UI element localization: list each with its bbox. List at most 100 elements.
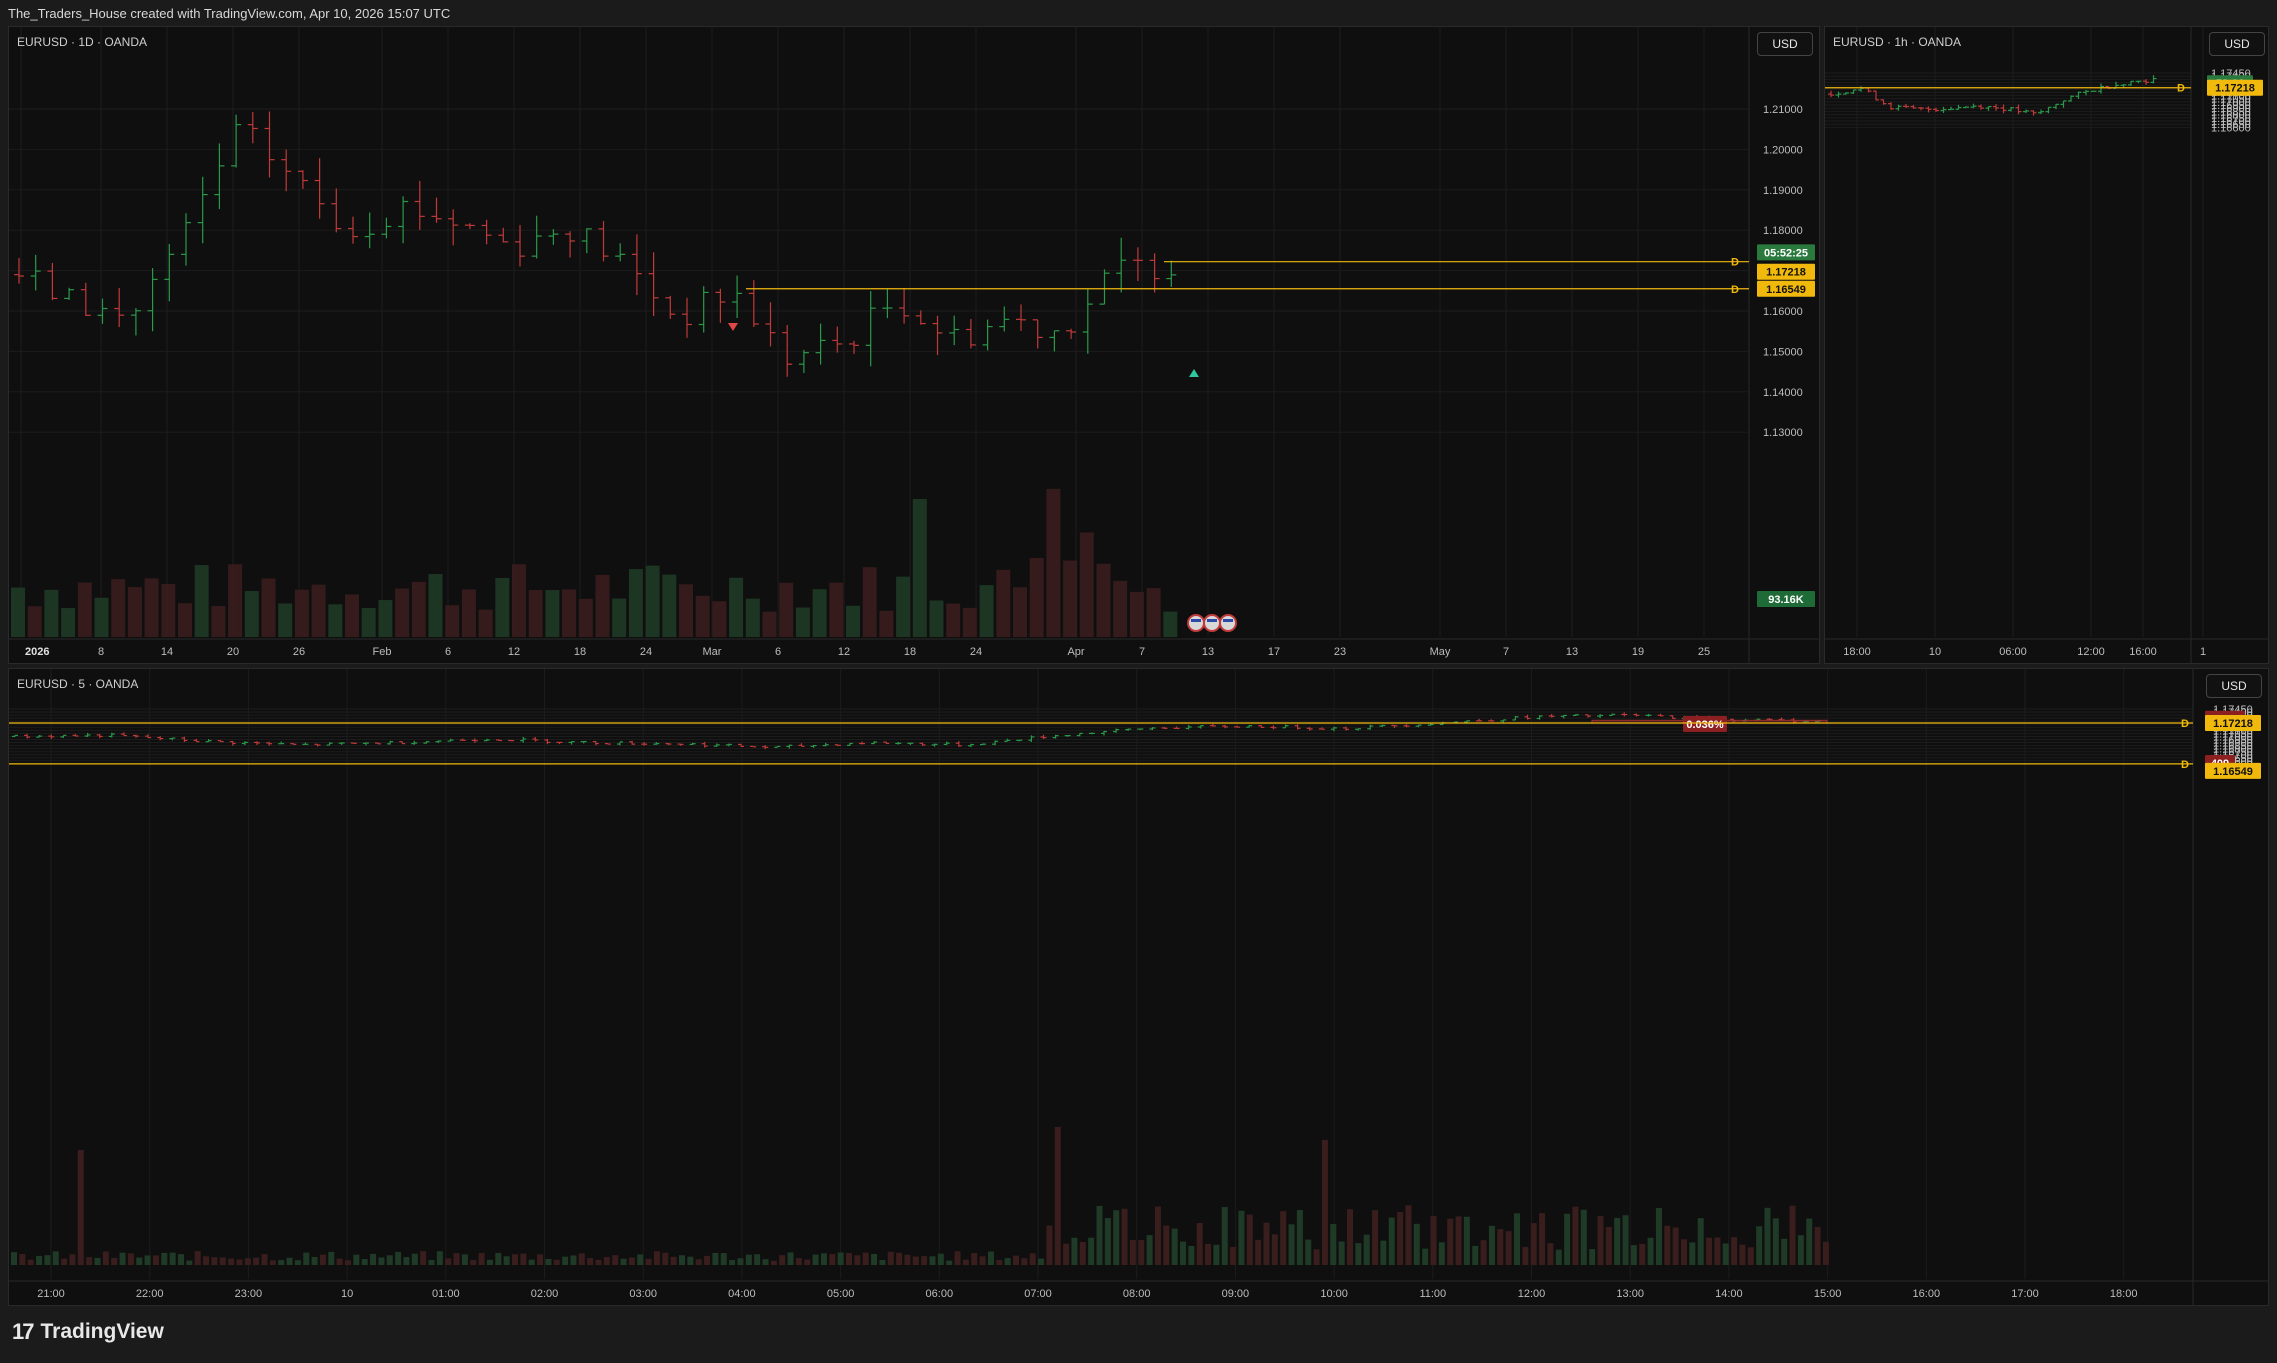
time-tick: 19 [1632, 646, 1644, 658]
volume-bar [645, 1258, 652, 1265]
volume-bar [587, 1258, 594, 1265]
time-tick: 18 [904, 646, 916, 658]
level-marker: D [1731, 257, 1739, 269]
hourly-currency-button[interactable]: USD [2209, 32, 2265, 56]
volume-bar [411, 1253, 418, 1265]
volume-bar [294, 1260, 301, 1265]
time-tick: 17:00 [2011, 1288, 2039, 1300]
price-tick: 1.20000 [1763, 144, 1803, 156]
volume-bar [1472, 1245, 1479, 1265]
volume-bar [378, 1257, 385, 1265]
hourly-chart-pane[interactable]: 1.174501.174001.173501.173001.172501.172… [1824, 26, 2269, 664]
volume-bar [1263, 1222, 1270, 1265]
volume-bar [687, 1256, 694, 1265]
volume-bar [403, 1257, 410, 1265]
volume-bar [1822, 1241, 1829, 1265]
daily-currency-button[interactable]: USD [1757, 32, 1813, 56]
five-minute-chart-pane[interactable]: 1.174501.174001.173501.173001.172501.172… [8, 668, 2269, 1306]
volume-bar [445, 605, 460, 637]
time-tick: 18:00 [2110, 1288, 2138, 1300]
volume-bar [294, 589, 309, 637]
volume-bar [1505, 1231, 1512, 1265]
volume-bar [186, 1260, 193, 1265]
volume-bar [144, 1255, 151, 1265]
volume-bar [595, 1259, 602, 1265]
us-flag-icon-stripe [1223, 619, 1233, 622]
volume-bar [1238, 1210, 1245, 1265]
volume-bar [628, 569, 643, 637]
volume-bar [779, 582, 794, 637]
volume-bar [36, 1255, 43, 1265]
hourly-chart-canvas[interactable]: 1.174501.174001.173501.173001.172501.172… [1825, 27, 2269, 664]
time-tick: 13:00 [1616, 1288, 1644, 1300]
hourly-symbol-legend[interactable]: EURUSD · 1h · OANDA [1833, 35, 1961, 49]
volume-bar [1455, 1216, 1462, 1265]
time-tick: 16:00 [2129, 646, 2157, 658]
volume-bar [545, 590, 560, 637]
volume-bar [1806, 1218, 1813, 1265]
volume-bar [653, 1251, 660, 1265]
time-tick: 07:00 [1024, 1288, 1052, 1300]
five-minute-currency-button[interactable]: USD [2206, 674, 2262, 698]
volume-bar [620, 1258, 627, 1265]
volume-bar [1347, 1209, 1353, 1265]
volume-bar [954, 1251, 961, 1265]
level-marker: D [1731, 284, 1739, 296]
volume-bar [1781, 1238, 1788, 1265]
volume-bar [528, 1259, 535, 1265]
volume-bar [278, 1260, 285, 1265]
volume-bar [1547, 1243, 1554, 1265]
volume-bar [1138, 1239, 1145, 1265]
volume-bar [1255, 1239, 1262, 1265]
volume-bar [336, 1258, 343, 1265]
volume-bar [345, 1260, 351, 1265]
time-tick: 20 [227, 646, 239, 658]
volume-bar [311, 584, 326, 637]
time-tick: 06:00 [926, 1288, 954, 1300]
volume-bar [1764, 1207, 1771, 1265]
volume-bar [820, 1253, 827, 1265]
volume-bar [1230, 1246, 1237, 1265]
time-tick: 12 [838, 646, 850, 658]
volume-bar [1288, 1224, 1295, 1265]
level-marker: D [2181, 718, 2189, 730]
volume-bar [1572, 1206, 1579, 1265]
five-minute-chart-canvas[interactable]: 1.174501.174001.173501.173001.172501.172… [9, 669, 2269, 1306]
volume-bar [779, 1255, 786, 1265]
volume-bar [1330, 1224, 1337, 1265]
volume-bar [1739, 1244, 1746, 1265]
volume-bar [712, 601, 727, 637]
five-minute-symbol-legend[interactable]: EURUSD · 5 · OANDA [17, 677, 138, 691]
volume-bar [478, 1253, 485, 1265]
volume-bar [1038, 1258, 1045, 1265]
tradingview-logo[interactable]: 17 TradingView [12, 1319, 164, 1345]
volume-bar [1088, 1237, 1095, 1265]
volume-bar [1146, 1235, 1153, 1265]
volume-bar [1388, 1217, 1395, 1265]
volume-bar [361, 608, 376, 637]
volume-bar [1639, 1243, 1646, 1265]
volume-bar [119, 1252, 126, 1265]
volume-bar [979, 1256, 986, 1265]
volume-bar [77, 582, 92, 637]
volume-bar [328, 1251, 335, 1265]
volume-bar [44, 1255, 51, 1265]
volume-bar [1071, 1237, 1078, 1265]
volume-bar [1013, 587, 1027, 637]
daily-chart-canvas[interactable]: 1.21000 1.20000 1.19000 1.18000 1.16000 1.150… [9, 27, 1820, 664]
volume-bar [1430, 1216, 1437, 1265]
volume-bar [1063, 1243, 1070, 1265]
volume-bar [1163, 1225, 1170, 1265]
volume-bar [662, 1252, 669, 1265]
volume-bar [1054, 1127, 1061, 1265]
volume-bar [244, 1258, 251, 1265]
volume-bar [1180, 1241, 1186, 1265]
volume-bar [1372, 1210, 1379, 1265]
volume-bar [1672, 1227, 1679, 1265]
volume-bar [1747, 1247, 1754, 1265]
volume-bar [812, 1254, 819, 1265]
us-flag-icon [1203, 614, 1221, 632]
daily-symbol-legend[interactable]: EURUSD · 1D · OANDA [17, 35, 147, 49]
volume-bar [1589, 1249, 1596, 1265]
daily-chart-pane[interactable]: 1.21000 1.20000 1.19000 1.18000 1.16000 1.150… [8, 26, 1820, 664]
